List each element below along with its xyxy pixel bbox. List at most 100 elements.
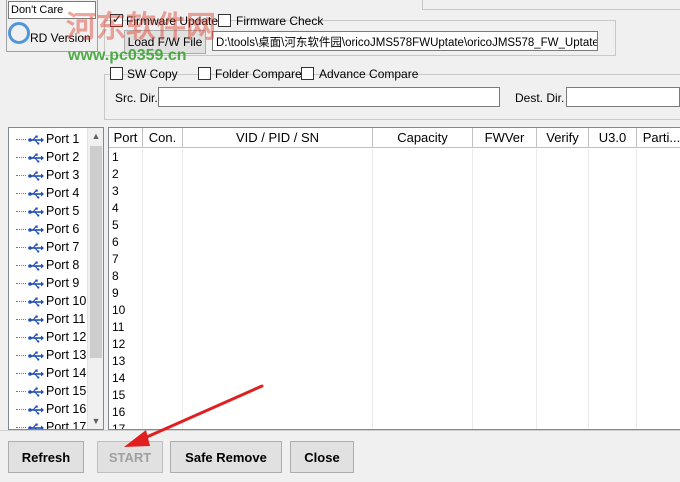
folder-compare-checkbox[interactable] [198, 67, 211, 80]
table-row[interactable]: 1 [109, 149, 680, 166]
table-row[interactable]: 15 [109, 387, 680, 404]
table-cell [537, 268, 589, 285]
column-header[interactable]: Port [109, 128, 143, 148]
port-list-item[interactable]: Port 17 [9, 418, 89, 429]
firmware-check-checkbox[interactable] [218, 14, 231, 27]
port-label: Port 1 [46, 132, 80, 146]
table-row[interactable]: 12 [109, 336, 680, 353]
port-label: Port 10 [46, 294, 87, 308]
port-list-item[interactable]: Port 12 [9, 328, 89, 346]
column-header[interactable]: VID / PID / SN [183, 128, 373, 148]
table-cell [143, 268, 183, 285]
table-cell [637, 166, 680, 183]
table-row[interactable]: 6 [109, 234, 680, 251]
safe-remove-button[interactable]: Safe Remove [170, 441, 282, 473]
table-cell [373, 404, 473, 421]
table-row[interactable]: 4 [109, 200, 680, 217]
port-list-item[interactable]: Port 4 [9, 184, 89, 202]
src-dir-input[interactable] [158, 87, 500, 107]
refresh-button[interactable]: Refresh [8, 441, 84, 473]
table-cell [143, 319, 183, 336]
table-row[interactable]: 17 [109, 421, 680, 429]
table-row[interactable]: 10 [109, 302, 680, 319]
port-list-item[interactable]: Port 16 [9, 400, 89, 418]
port-list-item[interactable]: Port 13 [9, 346, 89, 364]
port-status-table[interactable]: Port Con. VID / PID / SN Capacity FWVer Verif… [108, 127, 680, 430]
scroll-down-icon[interactable]: ▼ [88, 413, 103, 429]
port-list-item[interactable]: Port 15 [9, 382, 89, 400]
table-cell [473, 166, 537, 183]
tree-line [16, 138, 26, 140]
port-list-item[interactable]: Port 8 [9, 256, 89, 274]
table-row[interactable]: 14 [109, 370, 680, 387]
port-list-item[interactable]: Port 5 [9, 202, 89, 220]
table-cell [537, 421, 589, 429]
scroll-thumb[interactable] [90, 146, 102, 358]
column-header[interactable]: U3.0 [589, 128, 637, 148]
usb-icon [28, 206, 44, 217]
port-number-cell: 14 [109, 370, 143, 387]
column-header[interactable]: Con. [143, 128, 183, 148]
port-number-cell: 9 [109, 285, 143, 302]
dest-dir-input[interactable] [566, 87, 680, 107]
table-cell [373, 149, 473, 166]
table-cell [143, 149, 183, 166]
advance-compare-checkbox[interactable] [301, 67, 314, 80]
port-list[interactable]: Port 1 Port 2 Port 3 Port 4 Port 5 Port 6 Port… [8, 127, 104, 430]
column-header[interactable]: Verify [537, 128, 589, 148]
port-list-scrollbar[interactable]: ▲ ▼ [87, 128, 103, 429]
port-list-item[interactable]: Port 3 [9, 166, 89, 184]
advance-compare-label: Advance Compare [319, 67, 419, 81]
port-label: Port 16 [46, 402, 87, 416]
tree-line [16, 336, 26, 338]
table-row[interactable]: 7 [109, 251, 680, 268]
table-cell [589, 353, 637, 370]
table-row[interactable]: 11 [109, 319, 680, 336]
table-row[interactable]: 13 [109, 353, 680, 370]
sw-copy-checkbox[interactable] [110, 67, 123, 80]
port-list-item[interactable]: Port 11 [9, 310, 89, 328]
port-list-item[interactable]: Port 10 [9, 292, 89, 310]
port-list-item[interactable]: Port 7 [9, 238, 89, 256]
table-cell [537, 302, 589, 319]
table-row[interactable]: 16 [109, 404, 680, 421]
usb-icon [28, 134, 44, 145]
table-cell [537, 183, 589, 200]
sw-copy-label: SW Copy [127, 67, 178, 81]
usb-icon [28, 368, 44, 379]
table-cell [183, 336, 373, 353]
table-row[interactable]: 2 [109, 166, 680, 183]
port-number-cell: 17 [109, 421, 143, 429]
close-button[interactable]: Close [290, 441, 354, 473]
start-button[interactable]: START [97, 441, 163, 473]
watermark-logo-icon [8, 22, 30, 44]
port-list-item[interactable]: Port 2 [9, 148, 89, 166]
table-cell [183, 353, 373, 370]
usb-icon [28, 188, 44, 199]
port-number-cell: 3 [109, 183, 143, 200]
table-row[interactable]: 8 [109, 268, 680, 285]
fw-path-field[interactable]: D:\tools\桌面\河东软件园\oricoJMS578FWUptate\or… [212, 31, 598, 51]
table-cell [183, 302, 373, 319]
port-number-cell: 2 [109, 166, 143, 183]
table-cell [537, 251, 589, 268]
table-row[interactable]: 3 [109, 183, 680, 200]
table-cell [473, 387, 537, 404]
port-list-item[interactable]: Port 1 [9, 130, 89, 148]
port-list-item[interactable]: Port 14 [9, 364, 89, 382]
table-cell [473, 200, 537, 217]
port-list-item[interactable]: Port 6 [9, 220, 89, 238]
column-header[interactable]: Capacity [373, 128, 473, 148]
port-number-cell: 10 [109, 302, 143, 319]
table-cell [183, 217, 373, 234]
table-cell [637, 421, 680, 429]
table-row[interactable]: 5 [109, 217, 680, 234]
table-row[interactable]: 9 [109, 285, 680, 302]
column-header[interactable]: Parti... [637, 128, 680, 148]
port-list-item[interactable]: Port 9 [9, 274, 89, 292]
column-header[interactable]: FWVer [473, 128, 537, 148]
table-cell [373, 234, 473, 251]
table-cell [143, 200, 183, 217]
table-cell [637, 404, 680, 421]
scroll-up-icon[interactable]: ▲ [88, 128, 103, 144]
